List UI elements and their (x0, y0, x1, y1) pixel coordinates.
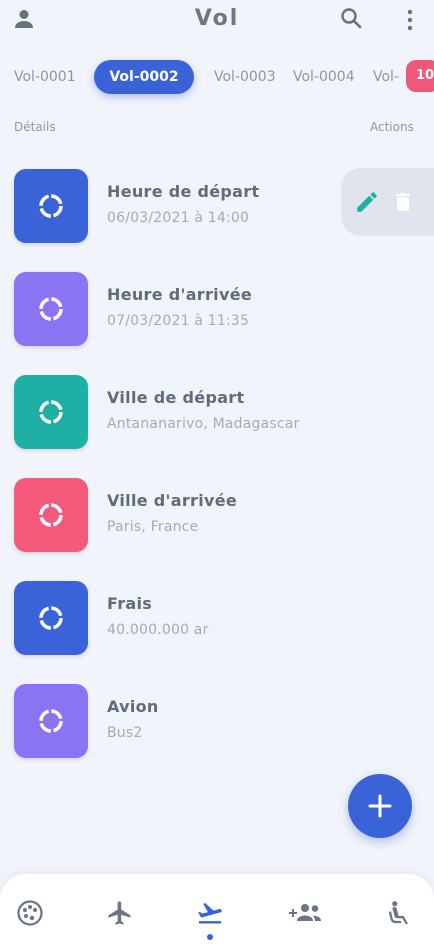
loader-icon (39, 297, 63, 321)
pencil-icon[interactable] (353, 188, 381, 216)
plus-icon (368, 794, 392, 818)
trash-icon[interactable] (389, 188, 417, 216)
status-badge (14, 684, 88, 758)
status-badge (14, 478, 88, 552)
status-badge (14, 272, 88, 346)
detail-label: Avion (107, 697, 159, 716)
detail-label: Ville de départ (107, 388, 245, 407)
tab-vol-0004[interactable]: Vol-0004 (293, 60, 355, 94)
seat-recline-icon[interactable] (382, 898, 418, 928)
detail-value: Bus2 (107, 725, 143, 741)
row-actions-panel (341, 168, 434, 236)
more-vertical-icon[interactable] (398, 8, 422, 32)
flight-tabs: Vol-0001 Vol-0002 Vol-0003 Vol-0004 Vol- (0, 58, 434, 96)
detail-row-heure-arrivee[interactable]: Heure d'arrivée 07/03/2021 à 11:35 (0, 272, 434, 346)
status-badge (14, 581, 88, 655)
loader-icon (39, 606, 63, 630)
top-app-bar: Vol (0, 0, 434, 40)
palette-icon[interactable] (12, 898, 48, 928)
detail-label: Heure d'arrivée (107, 285, 252, 304)
detail-label: Heure de départ (107, 182, 260, 201)
airplane-icon[interactable] (102, 898, 138, 928)
active-nav-indicator (207, 934, 213, 940)
tab-vol-0001[interactable]: Vol-0001 (14, 60, 76, 94)
tab-vol-0003[interactable]: Vol-0003 (214, 60, 276, 94)
detail-row-ville-depart[interactable]: Ville de départ Antananarivo, Madagascar (0, 375, 434, 449)
status-badge (14, 169, 88, 243)
actions-header: Actions (370, 120, 414, 134)
add-group-icon[interactable] (286, 898, 326, 928)
detail-label: Ville d'arrivée (107, 491, 238, 510)
loader-icon (39, 194, 63, 218)
tab-vol-partial[interactable]: Vol- (373, 60, 399, 94)
loader-icon (39, 400, 63, 424)
detail-value: Antananarivo, Madagascar (107, 416, 300, 432)
detail-value: 06/03/2021 à 14:00 (107, 210, 250, 226)
loader-icon (39, 709, 63, 733)
add-button[interactable] (348, 774, 412, 838)
bottom-navigation (0, 874, 434, 950)
detail-label: Frais (107, 594, 153, 613)
detail-value: 40.000.000 ar (107, 622, 209, 638)
search-icon[interactable] (339, 6, 363, 30)
detail-row-frais[interactable]: Frais 40.000.000 ar (0, 581, 434, 655)
detail-row-avion[interactable]: Avion Bus2 (0, 684, 434, 758)
loader-icon (39, 503, 63, 527)
tab-vol-0002[interactable]: Vol-0002 (94, 60, 194, 94)
status-badge (14, 375, 88, 449)
details-header: Détails (14, 120, 56, 134)
detail-row-ville-arrivee[interactable]: Ville d'arrivée Paris, France (0, 478, 434, 552)
tab-count-badge: 10 (406, 60, 434, 92)
page-title: Vol (194, 6, 240, 31)
detail-value: Paris, France (107, 519, 199, 535)
airplane-departure-icon[interactable] (192, 898, 228, 928)
detail-value: 07/03/2021 à 11:35 (107, 313, 250, 329)
